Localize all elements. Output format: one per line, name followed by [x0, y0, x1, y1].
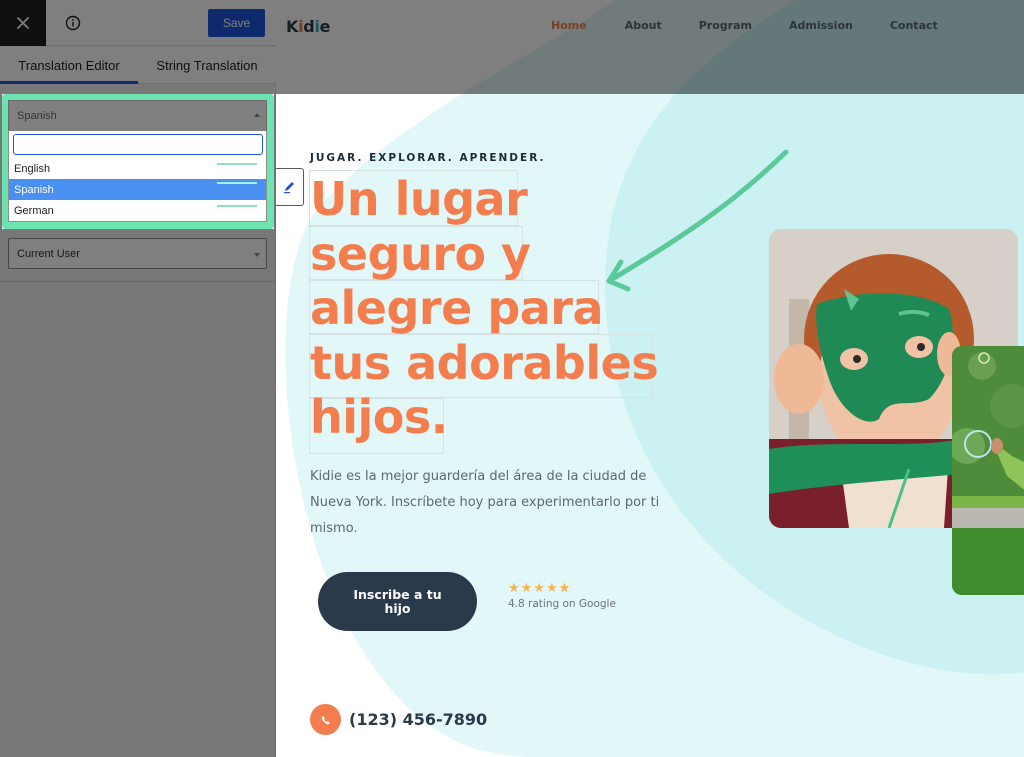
progress-bar: [217, 182, 257, 184]
logo-letter: K: [286, 17, 299, 36]
hero-headline[interactable]: Un lugar seguro y alegre para tus adorab…: [310, 172, 670, 445]
language-option-german[interactable]: German: [9, 200, 266, 221]
logo-letter: d: [303, 17, 315, 36]
hero-photo-child-bubbles: [952, 346, 1024, 595]
nav-contact[interactable]: Contact: [890, 19, 938, 32]
info-icon: [65, 15, 81, 31]
close-editor-button[interactable]: [0, 0, 46, 46]
progress-bar: [217, 205, 257, 207]
language-option-spanish[interactable]: Spanish: [9, 179, 266, 200]
phone-contact[interactable]: (123) 456-7890: [310, 704, 487, 735]
editor-tabs: Translation Editor String Translation: [0, 47, 276, 84]
site-nav: Home About Program Admission Contact: [551, 19, 975, 32]
save-button[interactable]: Save: [208, 9, 265, 37]
headline-line: hijos.: [310, 390, 448, 444]
info-button[interactable]: [63, 13, 83, 33]
phone-icon: [310, 704, 341, 735]
tab-translation-editor[interactable]: Translation Editor: [0, 47, 138, 84]
close-icon: [17, 17, 29, 29]
hero-eyebrow: JUGAR. EXPLORAR. APRENDER.: [310, 152, 546, 164]
website-preview: Kidie Home About Program Admission Conta…: [276, 0, 1024, 757]
headline-line: alegre para: [310, 281, 604, 335]
panel-divider: [0, 281, 276, 282]
headline-line: Un lugar: [310, 172, 528, 226]
language-select[interactable]: Spanish: [8, 100, 267, 131]
nav-program[interactable]: Program: [699, 19, 752, 32]
pencil-icon: [283, 182, 294, 194]
editor-topbar: Save: [0, 0, 276, 46]
nav-home[interactable]: Home: [551, 19, 587, 32]
language-option-english[interactable]: English: [9, 158, 266, 179]
enroll-button[interactable]: Inscribe a tu hijo: [318, 572, 477, 631]
progress-bar: [217, 163, 257, 165]
tab-string-translation[interactable]: String Translation: [138, 47, 276, 83]
rating-block: ★★★★★ 4.8 rating on Google: [508, 580, 616, 610]
headline-line: seguro y: [310, 226, 531, 281]
chevron-up-icon: [254, 113, 260, 117]
headline-line: tus adorables: [310, 335, 659, 390]
hero-description: Kidie es la mejor guardería del área de …: [310, 469, 660, 536]
option-label: German: [14, 204, 54, 217]
app-root: Kidie Home About Program Admission Conta…: [0, 0, 1024, 757]
language-select-value: Spanish: [17, 110, 57, 122]
option-label: Spanish: [14, 183, 54, 196]
user-select[interactable]: Current User: [8, 238, 267, 269]
language-dropdown: English Spanish German: [8, 131, 267, 222]
option-label: English: [14, 162, 51, 175]
star-rating-icon: ★★★★★: [508, 580, 572, 595]
phone-number: (123) 456-7890: [349, 710, 488, 729]
chevron-down-icon: [254, 253, 260, 257]
language-search-input[interactable]: [13, 134, 263, 155]
rating-text: 4.8 rating on Google: [508, 598, 616, 610]
user-select-value: Current User: [17, 247, 80, 260]
edit-text-button[interactable]: [276, 168, 304, 206]
nav-admission[interactable]: Admission: [789, 19, 853, 32]
site-logo[interactable]: Kidie: [286, 17, 330, 36]
logo-letter: e: [319, 17, 331, 36]
nav-about[interactable]: About: [625, 19, 662, 32]
